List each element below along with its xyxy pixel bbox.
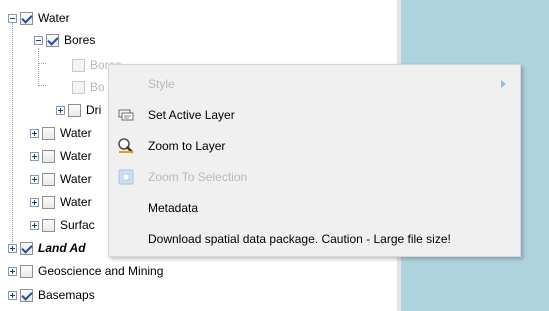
selection-icon	[117, 168, 135, 186]
tree-item-label: Surfac	[60, 218, 95, 232]
layer-checkbox[interactable]	[20, 288, 33, 302]
layer-checkbox[interactable]	[20, 11, 33, 25]
layer-checkbox[interactable]	[72, 58, 85, 72]
menu-item-set-active-layer[interactable]: Set Active Layer	[109, 99, 520, 130]
expand-icon[interactable]	[56, 105, 65, 115]
layer-checkbox[interactable]	[46, 33, 59, 47]
tree-guide-line	[38, 85, 46, 86]
tree-item-label: Basemaps	[38, 288, 95, 302]
menu-item-download[interactable]: Download spatial data package. Caution -…	[109, 223, 520, 254]
expand-icon[interactable]	[30, 220, 39, 230]
layer-checkbox[interactable]	[68, 103, 81, 117]
menu-item-label: Style	[148, 76, 175, 91]
tree-item-label: Water	[60, 149, 92, 163]
tree-guide-line	[38, 48, 39, 84]
collapse-icon[interactable]	[8, 13, 17, 23]
menu-item-metadata[interactable]: Metadata	[109, 192, 520, 223]
menu-item-label: Zoom to Layer	[148, 138, 226, 153]
menu-item-label: Download spatial data package. Caution -…	[148, 231, 451, 246]
magnifier-icon	[117, 137, 135, 155]
tree-item-label: Water	[60, 126, 92, 140]
tree-item-basemaps[interactable]: Basemaps	[8, 285, 95, 305]
tree-item-water-1[interactable]: Water	[30, 123, 92, 143]
context-menu: Style Set Active Layer Zoom to Layer Zoo…	[108, 64, 521, 257]
tree-item-label: Bo	[90, 80, 105, 94]
tree-item-water-2[interactable]: Water	[30, 146, 92, 166]
layer-checkbox[interactable]	[42, 126, 55, 140]
layer-checkbox[interactable]	[72, 80, 85, 94]
tree-item-label: Geoscience and Mining	[38, 264, 164, 278]
submenu-arrow-icon	[501, 79, 506, 88]
layers-icon	[117, 106, 135, 124]
tree-item-drilling[interactable]: Dri	[56, 100, 101, 120]
expand-icon[interactable]	[30, 197, 39, 207]
expand-icon[interactable]	[30, 174, 39, 184]
tree-item-surface[interactable]: Surfac	[30, 215, 95, 235]
layer-checkbox[interactable]	[42, 195, 55, 209]
expand-icon[interactable]	[30, 151, 39, 161]
tree-item-label: Land Ad	[38, 241, 86, 255]
menu-item-zoom-to-selection[interactable]: Zoom To Selection	[109, 161, 520, 192]
tree-item-water[interactable]: Water	[8, 8, 70, 28]
expand-icon[interactable]	[30, 128, 39, 138]
layer-checkbox[interactable]	[20, 264, 33, 278]
tree-item-label: Water	[60, 172, 92, 186]
expand-icon[interactable]	[8, 290, 17, 300]
layer-checkbox[interactable]	[42, 149, 55, 163]
layer-checkbox[interactable]	[42, 218, 55, 232]
layer-checkbox[interactable]	[42, 172, 55, 186]
collapse-icon[interactable]	[34, 35, 43, 45]
menu-item-zoom-to-layer[interactable]: Zoom to Layer	[109, 130, 520, 161]
tree-guide-line	[12, 23, 13, 253]
tree-item-label: Dri	[86, 103, 102, 117]
menu-item-style[interactable]: Style	[109, 68, 520, 99]
tree-item-bores-child-2[interactable]: Bo	[72, 77, 105, 97]
tree-guide-line	[38, 63, 46, 64]
tree-item-water-3[interactable]: Water	[30, 169, 92, 189]
tree-item-label: Water	[60, 195, 92, 209]
expand-icon[interactable]	[8, 243, 17, 253]
tree-item-land[interactable]: Land Ad	[8, 238, 86, 258]
expand-icon[interactable]	[8, 266, 17, 276]
menu-item-label: Metadata	[148, 200, 199, 215]
tree-item-label: Water	[38, 11, 70, 25]
tree-item-water-4[interactable]: Water	[30, 192, 92, 212]
menu-item-label: Set Active Layer	[148, 107, 235, 122]
tree-item-bores[interactable]: Bores	[29, 30, 145, 50]
menu-item-label: Zoom To Selection	[148, 169, 248, 184]
tree-item-geoscience[interactable]: Geoscience and Mining	[8, 261, 163, 281]
tree-item-label: Bores	[64, 33, 96, 47]
layer-checkbox[interactable]	[20, 241, 33, 255]
